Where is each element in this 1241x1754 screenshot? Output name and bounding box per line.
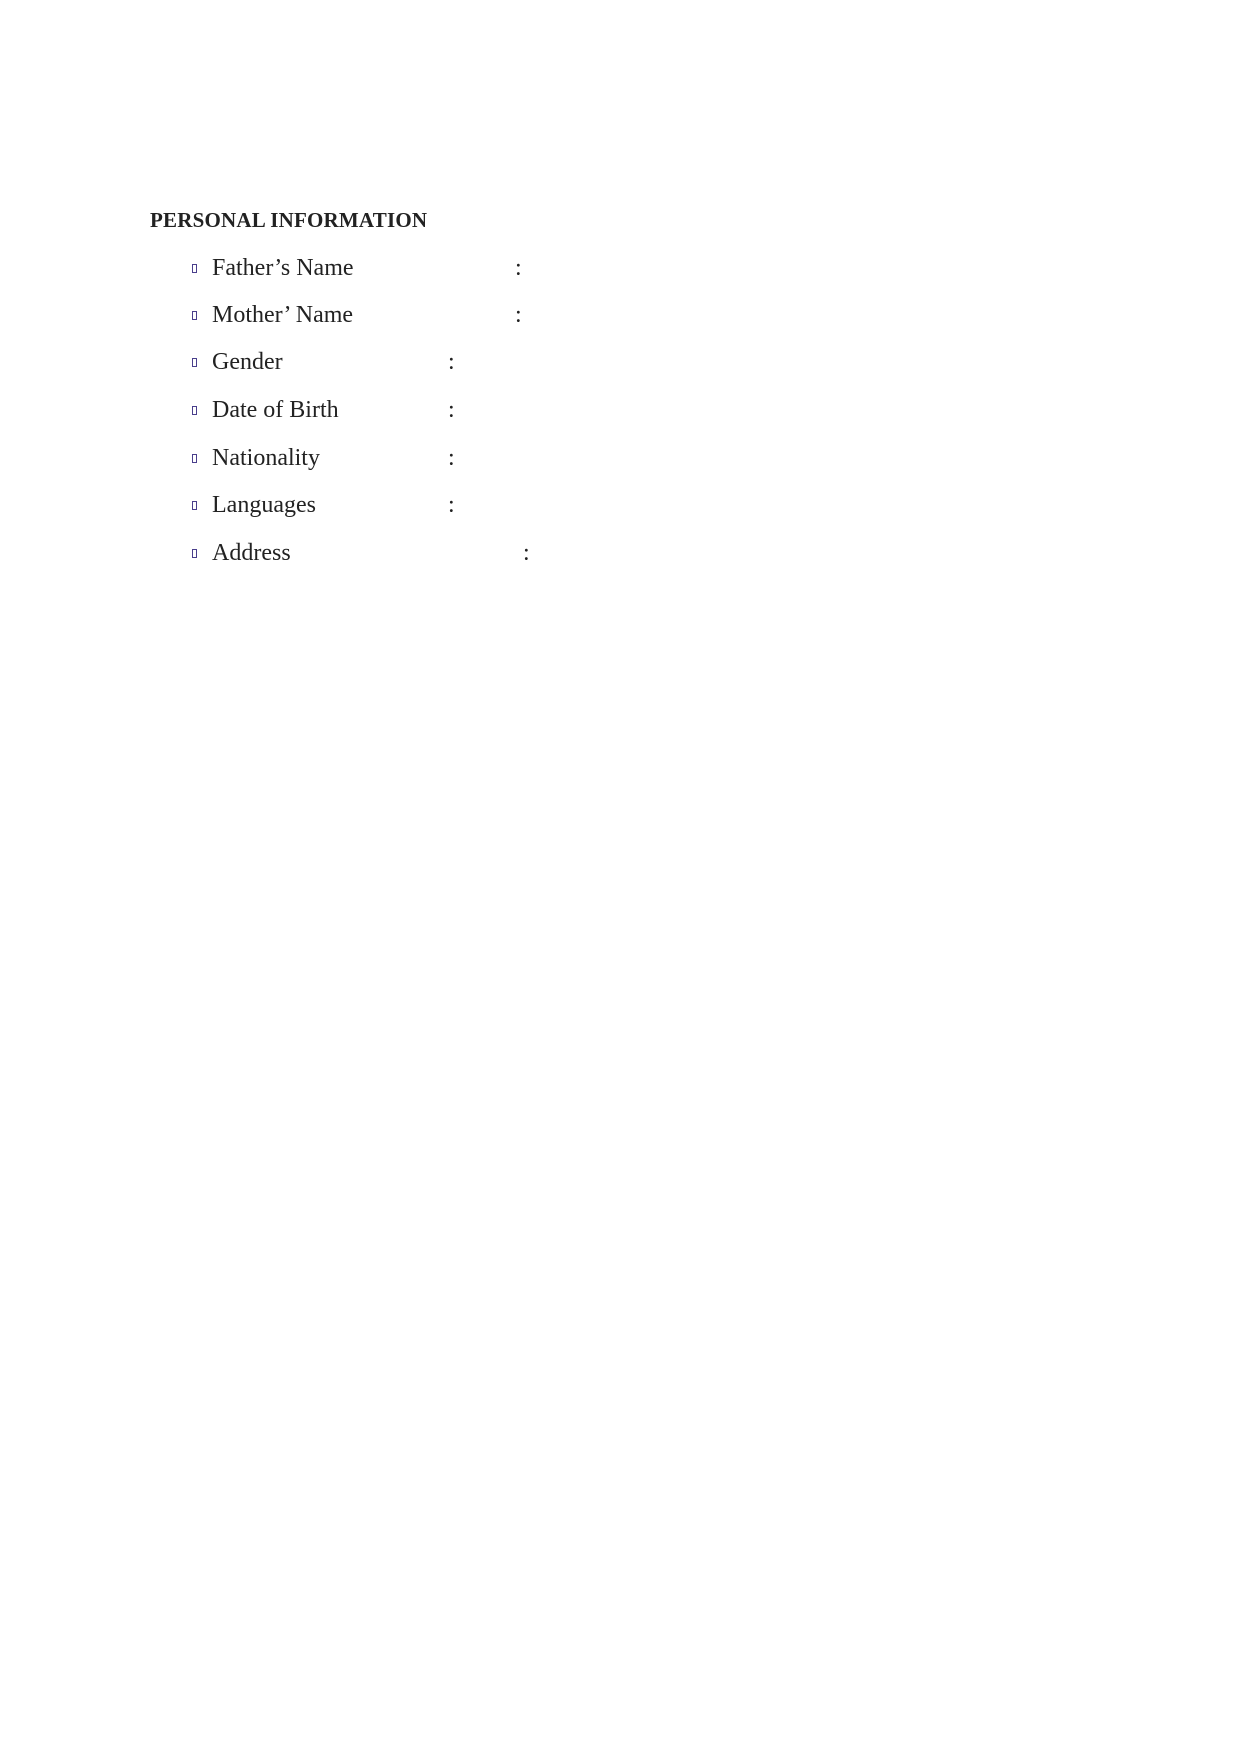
- field-label: Nationality: [212, 445, 320, 471]
- field-separator: :: [448, 492, 455, 518]
- field-label: Gender: [212, 349, 283, 375]
- field-separator: :: [448, 397, 455, 423]
- bullet-icon: [192, 501, 197, 510]
- field-separator: :: [448, 349, 455, 375]
- field-separator: :: [448, 445, 455, 471]
- bullet-icon: [192, 549, 197, 558]
- bullet-icon: [192, 406, 197, 415]
- bullet-icon: [192, 454, 197, 463]
- field-label: Languages: [212, 492, 316, 518]
- field-separator: :: [523, 540, 530, 566]
- field-label: Father’s Name: [212, 255, 354, 281]
- field-separator: :: [515, 302, 522, 328]
- field-separator: :: [515, 255, 522, 281]
- field-label: Date of Birth: [212, 397, 339, 423]
- field-label: Mother’ Name: [212, 302, 354, 328]
- field-label: Address: [212, 540, 291, 566]
- bullet-icon: [192, 358, 197, 367]
- bullet-icon: [192, 264, 197, 273]
- section-heading: PERSONAL INFORMATION: [150, 208, 428, 232]
- bullet-icon: [192, 311, 197, 320]
